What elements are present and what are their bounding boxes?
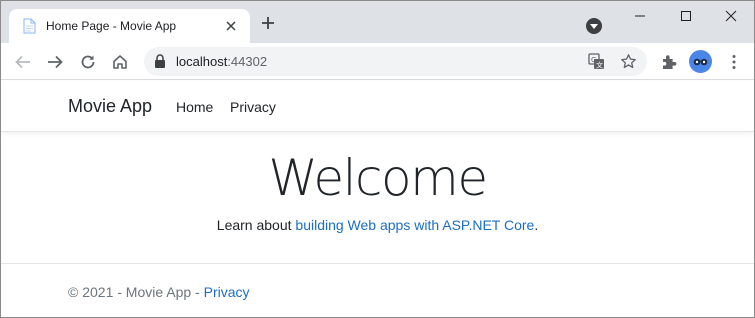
navbar-brand[interactable]: Movie App	[68, 96, 152, 117]
footer-privacy-link[interactable]: Privacy	[204, 284, 250, 300]
url-host: localhost	[176, 54, 228, 69]
welcome-heading: Welcome	[268, 149, 488, 207]
active-tab[interactable]: Home Page - Movie App	[9, 9, 250, 43]
reload-icon[interactable]	[79, 53, 97, 71]
browser-window: Home Page - Movie App localhost:44302 G …	[0, 0, 755, 318]
nav-link-home[interactable]: Home	[176, 99, 213, 115]
maximize-icon[interactable]	[677, 7, 695, 25]
tab-search-icon[interactable]	[586, 18, 602, 34]
home-icon[interactable]	[111, 53, 129, 71]
forward-arrow-icon[interactable]	[46, 53, 64, 71]
translate-icon[interactable]: G 文	[588, 53, 605, 70]
tab-title: Home Page - Movie App	[46, 19, 177, 33]
star-icon[interactable]	[620, 53, 637, 70]
minimize-icon[interactable]	[631, 7, 649, 25]
aspnet-docs-link[interactable]: building Web apps with ASP.NET Core	[295, 217, 534, 233]
puzzle-icon[interactable]	[660, 53, 678, 71]
url-text[interactable]: localhost:44302	[176, 54, 267, 69]
profile-glasses-icon	[693, 58, 708, 66]
svg-text:文: 文	[596, 61, 603, 70]
footer-copyright: © 2021 - Movie App -	[68, 284, 204, 300]
page-viewport: Movie App Home Privacy Welcome Learn abo…	[1, 81, 754, 317]
site-footer: © 2021 - Movie App - Privacy	[1, 263, 754, 317]
learn-prefix: Learn about	[216, 217, 296, 233]
learn-suffix: .	[534, 217, 539, 233]
plus-icon[interactable]	[261, 16, 275, 30]
site-navbar: Movie App Home Privacy	[1, 81, 754, 132]
learn-paragraph: Learn about building Web apps with ASP.N…	[1, 217, 754, 233]
lock-icon[interactable]	[154, 54, 166, 68]
address-bar[interactable]: localhost:44302 G 文	[144, 47, 647, 76]
browser-toolbar: localhost:44302 G 文	[1, 43, 754, 80]
back-arrow-icon[interactable]	[14, 53, 32, 71]
window-close-icon[interactable]	[722, 7, 740, 25]
url-port: :44302	[227, 54, 268, 69]
kebab-menu-icon[interactable]	[727, 53, 741, 71]
close-icon[interactable]	[223, 18, 239, 34]
page-favicon-icon	[23, 18, 36, 34]
footer-text: © 2021 - Movie App - Privacy	[68, 284, 250, 300]
nav-link-privacy[interactable]: Privacy	[230, 99, 276, 115]
avatar[interactable]	[689, 50, 712, 73]
tab-strip: Home Page - Movie App	[1, 1, 754, 43]
